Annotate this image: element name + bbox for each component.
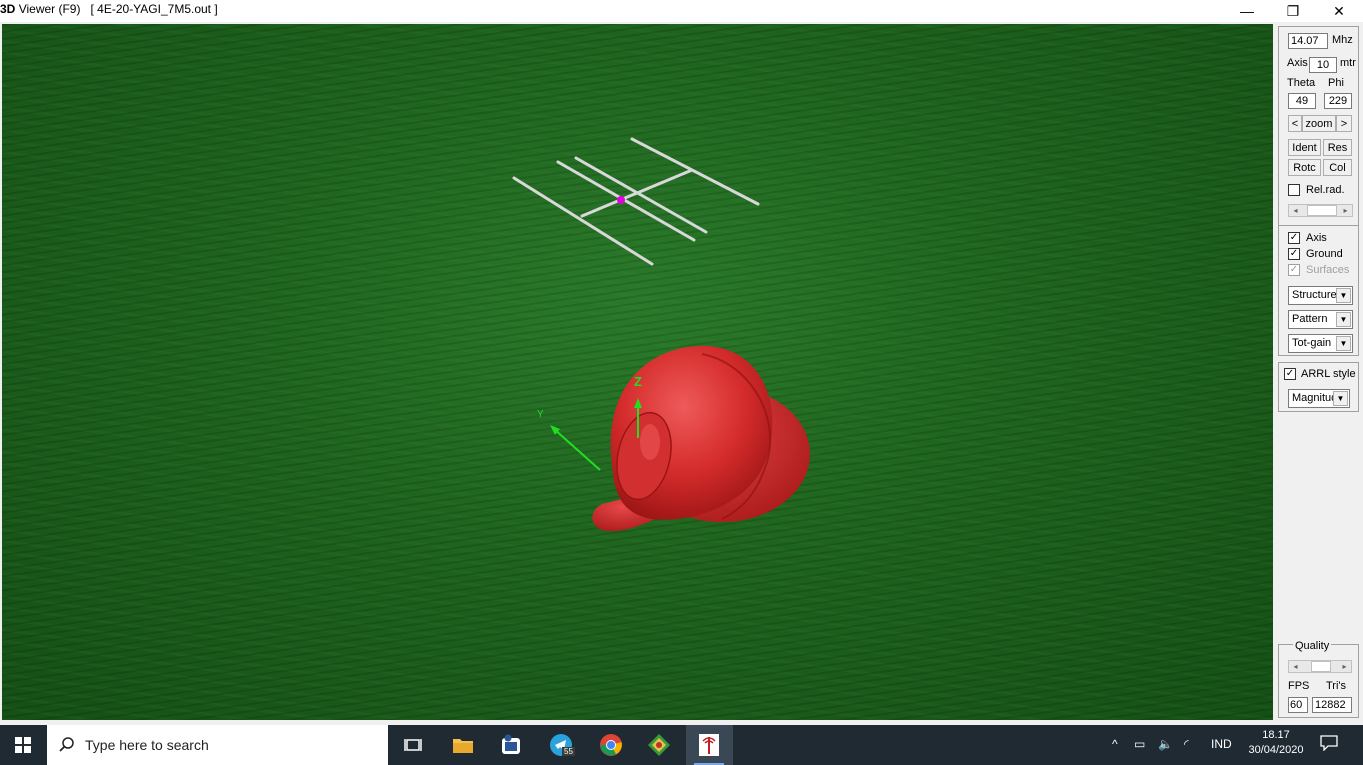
search-placeholder: Type here to search [85, 737, 209, 753]
chevron-down-icon: ▼ [1336, 312, 1351, 327]
relrad-slider[interactable]: ◂ ▸ [1288, 204, 1353, 217]
slider-left-icon[interactable]: ◂ [1289, 661, 1302, 672]
panel-divider [1279, 225, 1358, 226]
ground-checkbox-label: Ground [1306, 248, 1343, 260]
chevron-down-icon: ▼ [1336, 336, 1351, 351]
slider-thumb[interactable] [1311, 661, 1331, 672]
structure-select-value: Structure [1292, 289, 1337, 301]
slider-thumb[interactable] [1307, 205, 1337, 216]
chevron-up-icon[interactable]: ^ [1112, 737, 1118, 751]
magnitude-select[interactable]: Magnitud ▼ [1288, 389, 1350, 408]
slider-right-icon[interactable]: ▸ [1339, 205, 1352, 216]
app-icon[interactable] [496, 731, 526, 759]
res-button[interactable]: Res [1323, 139, 1352, 156]
slider-left-icon[interactable]: ◂ [1289, 205, 1302, 216]
window-title: 3D Viewer (F9) [ 4E-20-YAGI_7M5.out ] [0, 2, 218, 16]
slider-right-icon[interactable]: ▸ [1338, 661, 1351, 672]
structure-select[interactable]: Structure ▼ [1288, 286, 1353, 305]
surfaces-checkbox[interactable]: ✓ [1288, 264, 1300, 276]
file-label: [ 4E-20-YAGI_7M5.out ] [90, 2, 218, 16]
3d-viewport[interactable]: Z Y [2, 24, 1273, 720]
feed-point [617, 196, 625, 204]
frequency-unit: Mhz [1332, 34, 1353, 46]
pattern-select[interactable]: Pattern ▼ [1288, 310, 1353, 329]
chrome-icon[interactable] [596, 731, 626, 759]
col-button[interactable]: Col [1323, 159, 1352, 176]
arrl-label: ARRL style [1301, 368, 1356, 380]
axis-y-label: Y [537, 409, 544, 420]
theta-label: Theta [1287, 77, 1316, 89]
zoom-out-button[interactable]: < [1288, 115, 1302, 132]
windows-start-icon[interactable] [8, 731, 38, 759]
control-panel: 14.07 Mhz Axis 10 mtr Theta Phi 49 229 <… [1278, 26, 1359, 356]
search-icon [59, 737, 74, 752]
phi-label: Phi [1328, 77, 1344, 89]
axis-checkbox-label: Axis [1306, 232, 1327, 244]
clock[interactable]: 18.17 30/04/2020 [1246, 729, 1306, 756]
tris-label: Tri's [1326, 680, 1347, 692]
telegram-icon[interactable]: 55 [546, 731, 576, 759]
antenna-element [630, 137, 760, 206]
ground-checkbox[interactable]: ✓ [1288, 248, 1300, 260]
chevron-down-icon: ▼ [1333, 391, 1348, 406]
theta-input[interactable]: 49 [1288, 93, 1316, 109]
app-label: 3D [0, 2, 16, 16]
antenna-element [556, 160, 696, 242]
close-button[interactable]: ✕ [1316, 0, 1362, 22]
axis-z-label: Z [634, 374, 642, 389]
telegram-badge: 55 [562, 747, 575, 756]
yagi-antenna [512, 137, 760, 266]
quality-panel: Quality ◂ ▸ FPS Tri's 60 12882 [1278, 640, 1359, 718]
surfaces-checkbox-label: Surfaces [1306, 264, 1350, 276]
file-explorer-icon[interactable] [448, 731, 478, 759]
title-bar: 3D Viewer (F9) [ 4E-20-YAGI_7M5.out ] — … [0, 0, 1363, 22]
axis-length-unit: mtr [1340, 57, 1356, 69]
wifi-icon[interactable]: ◜ [1184, 737, 1189, 751]
clock-date: 30/04/2020 [1248, 744, 1304, 756]
fps-label: FPS [1288, 680, 1310, 692]
antenna-app-icon[interactable] [694, 731, 724, 759]
tris-value: 12882 [1312, 697, 1352, 713]
scene-svg: Z Y [512, 137, 810, 532]
maximize-button[interactable]: ❐ [1270, 0, 1316, 22]
pattern-select-value: Pattern [1292, 313, 1328, 325]
task-view-icon[interactable] [398, 731, 428, 759]
ident-button[interactable]: Ident [1288, 139, 1321, 156]
fps-value: 60 [1288, 697, 1308, 713]
relrad-label: Rel.rad. [1306, 184, 1345, 196]
quality-slider[interactable]: ◂ ▸ [1288, 660, 1352, 673]
totgain-select-value: Tot-gain [1292, 337, 1332, 349]
minimize-button[interactable]: — [1224, 0, 1270, 22]
phi-input[interactable]: 229 [1324, 93, 1352, 109]
taskbar: Type here to search 55 ^ ▭ 🔈 ◜ IND 18.17… [0, 725, 1363, 765]
axis-length-input[interactable]: 10 [1309, 57, 1337, 73]
notification-icon[interactable] [1320, 735, 1338, 754]
volume-icon[interactable]: 🔈 [1158, 737, 1173, 751]
taskbar-search[interactable]: Type here to search [47, 725, 388, 765]
zoom-in-button[interactable]: > [1336, 115, 1352, 132]
frequency-input[interactable]: 14.07 [1288, 33, 1328, 49]
rotc-button[interactable]: Rotc [1288, 159, 1321, 176]
tool-icon[interactable] [644, 731, 674, 759]
axis-length-label: Axis [1287, 57, 1308, 69]
quality-title: Quality [1293, 640, 1332, 652]
battery-icon[interactable]: ▭ [1134, 737, 1145, 751]
radiation-pattern [592, 345, 810, 532]
arrl-panel: ✓ ARRL style Magnitud ▼ [1278, 362, 1359, 412]
totgain-select[interactable]: Tot-gain ▼ [1288, 334, 1353, 353]
chevron-down-icon: ▼ [1336, 288, 1351, 303]
arrl-checkbox[interactable]: ✓ [1284, 368, 1296, 380]
axis-checkbox[interactable]: ✓ [1288, 232, 1300, 244]
title-label: Viewer (F9) [18, 2, 81, 16]
zoom-button[interactable]: zoom [1302, 115, 1336, 132]
relrad-checkbox[interactable] [1288, 184, 1300, 196]
language-indicator[interactable]: IND [1211, 737, 1232, 751]
antenna-element [574, 156, 708, 234]
clock-time: 18.17 [1262, 729, 1290, 741]
magnitude-select-value: Magnitud [1292, 392, 1338, 404]
